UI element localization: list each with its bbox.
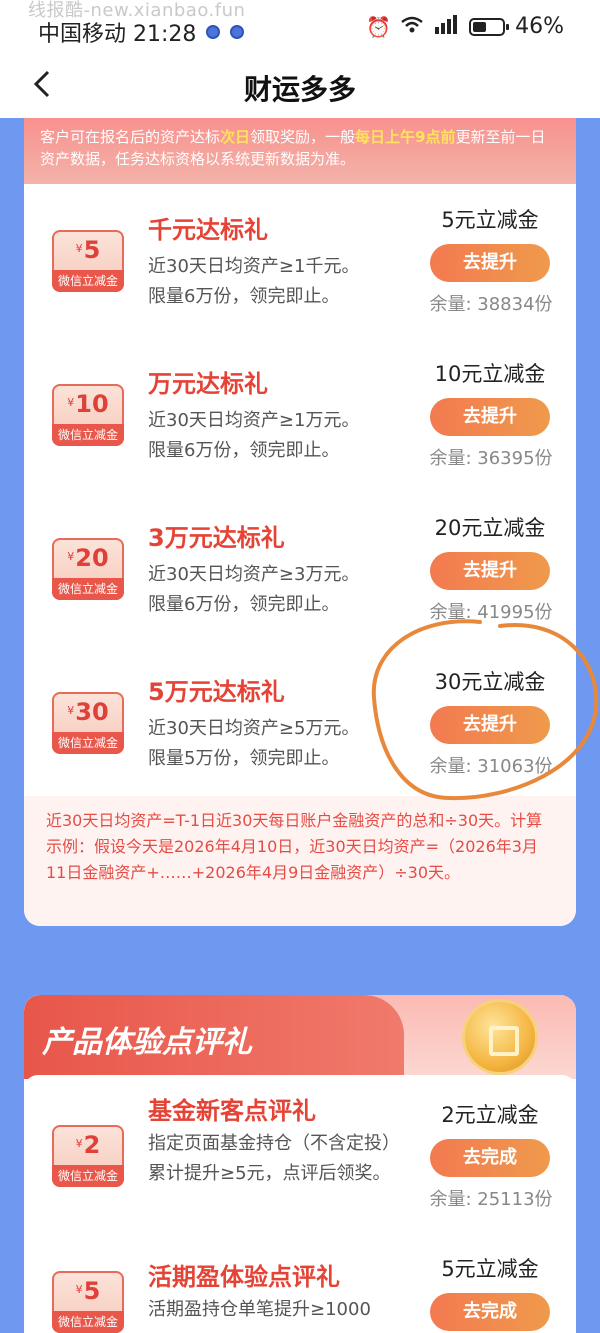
coupon-badge: ¥20 微信立减金	[52, 538, 124, 600]
list-item: ¥20 微信立减金 3万元达标礼 近30天日均资产≥3万元。 限量6万份，领完即…	[24, 492, 576, 642]
item-desc-line1: 近30天日均资产≥3万元。	[148, 564, 360, 585]
item-title: 5万元达标礼	[148, 678, 285, 706]
remaining-count: 余量: 38834份	[429, 294, 553, 315]
reward-text: 2元立减金	[441, 1103, 539, 1127]
item-desc: 活期盈持仓单笔提升≥1000	[148, 1299, 371, 1320]
remaining-count: 余量: 36395份	[429, 448, 553, 469]
alarm-icon: ⏰	[366, 14, 392, 39]
item-desc-line2: 限量5万份，领完即止。	[148, 748, 340, 769]
go-complete-button[interactable]: 去完成	[430, 1139, 550, 1177]
remaining-count: 余量: 41995份	[429, 602, 553, 623]
watermark-text: 线报酷-new.xianbao.fun	[28, 0, 246, 21]
list-item: ¥5 微信立减金 千元达标礼 近30天日均资产≥1千元。 限量6万份，领完即止。…	[24, 184, 576, 334]
app-notification-icon	[206, 25, 221, 39]
app-notification-icon	[230, 25, 245, 39]
go-complete-button[interactable]: 去完成	[430, 1293, 550, 1331]
notice-banner: 客户可在报名后的资产达标次日领取奖励，一般每日上午9点前更新至前一日资产数据，任…	[24, 118, 576, 184]
asset-rewards-card: 客户可在报名后的资产达标次日领取奖励，一般每日上午9点前更新至前一日资产数据，任…	[24, 118, 576, 926]
item-title: 基金新客点评礼	[148, 1097, 316, 1125]
item-title: 千元达标礼	[148, 216, 268, 244]
go-improve-button[interactable]: 去提升	[430, 398, 550, 436]
item-desc-line1: 近30天日均资产≥1万元。	[148, 410, 360, 431]
coupon-badge: ¥30 微信立减金	[52, 692, 124, 754]
reward-text: 5元立减金	[441, 208, 539, 232]
section-title: 产品体验点评礼	[42, 1025, 252, 1060]
coupon-badge: ¥2 微信立减金	[52, 1125, 124, 1187]
battery-percent: 46%	[515, 14, 564, 39]
page-title: 财运多多	[243, 73, 356, 106]
go-improve-button[interactable]: 去提升	[430, 244, 550, 282]
go-improve-button[interactable]: 去提升	[430, 552, 550, 590]
coupon-badge: ¥10 微信立减金	[52, 384, 124, 446]
signal-5g-icon	[433, 14, 459, 39]
list-item: ¥2 微信立减金 基金新客点评礼 指定页面基金持仓（不含定投）累计提升≥5元，点…	[24, 1081, 576, 1241]
reward-text: 10元立减金	[434, 362, 546, 386]
list-item: ¥5 微信立减金 活期盈体验点评礼 活期盈持仓单笔提升≥1000 5元立减金 去…	[24, 1241, 576, 1333]
reward-text: 5元立减金	[441, 1257, 539, 1281]
coupon-badge: ¥5 微信立减金	[52, 230, 124, 292]
wifi-icon	[401, 15, 423, 39]
go-improve-button[interactable]: 去提升	[430, 706, 550, 744]
item-desc-line2: 限量6万份，领完即止。	[148, 286, 340, 307]
remaining-count: 余量: 25113份	[429, 1189, 553, 1210]
coin-icon	[462, 999, 538, 1075]
battery-icon	[469, 17, 510, 36]
list-item: ¥10 微信立减金 万元达标礼 近30天日均资产≥1万元。 限量6万份，领完即止…	[24, 338, 576, 488]
reward-text: 20元立减金	[434, 516, 546, 540]
item-desc-line2: 限量6万份，领完即止。	[148, 440, 340, 461]
list-item: ¥30 微信立减金 5万元达标礼 近30天日均资产≥5万元。 限量5万份，领完即…	[24, 646, 576, 796]
item-desc-line2: 限量6万份，领完即止。	[148, 594, 340, 615]
item-desc-line1: 近30天日均资产≥1千元。	[148, 256, 360, 277]
formula-note: 近30天日均资产=T-1日近30天每日账户金融资产的总和÷30天。计算示例：假设…	[24, 796, 576, 926]
item-desc: 指定页面基金持仓（不含定投）累计提升≥5元，点评后领奖。	[148, 1133, 400, 1184]
item-title: 3万元达标礼	[148, 524, 285, 552]
item-desc-line1: 近30天日均资产≥5万元。	[148, 718, 360, 739]
item-title: 活期盈体验点评礼	[148, 1263, 340, 1291]
nav-bar: 财运多多	[0, 56, 600, 118]
product-review-card: 产品体验点评礼 ¥2 微信立减金 基金新客点评礼 指定页面基金持仓（不含定投）累…	[24, 995, 576, 1333]
remaining-count: 余量: 31063份	[429, 756, 553, 777]
reward-text: 30元立减金	[434, 670, 546, 694]
coupon-badge: ¥5 微信立减金	[52, 1271, 124, 1333]
item-title: 万元达标礼	[148, 370, 268, 398]
